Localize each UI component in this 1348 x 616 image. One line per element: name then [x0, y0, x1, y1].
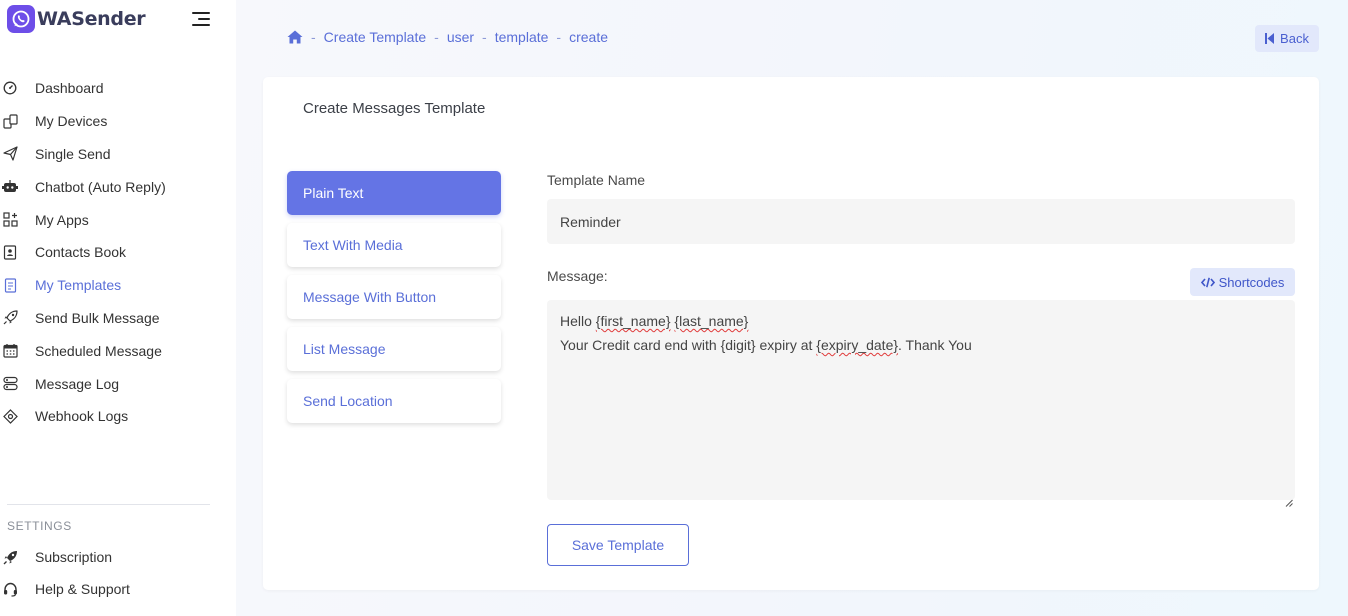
- sidebar-item-dashboard[interactable]: Dashboard: [0, 72, 236, 105]
- sidebar-item-label: Dashboard: [35, 80, 104, 97]
- sidebar-item-single-send[interactable]: Single Send: [0, 138, 236, 171]
- breadcrumb: - Create Template - user - template - cr…: [287, 29, 608, 45]
- message-text: {expiry_date}: [816, 337, 899, 353]
- card-title: Create Messages Template: [303, 100, 486, 117]
- sidebar-item-my-apps[interactable]: My Apps: [0, 203, 236, 236]
- sidebar-item-label: My Templates: [35, 277, 122, 294]
- back-step-icon: [1265, 33, 1275, 44]
- sidebar-item-label: Send Bulk Message: [35, 309, 160, 326]
- sidebar-divider: [7, 504, 210, 505]
- brand[interactable]: WASender: [7, 5, 146, 33]
- sidebar-item-label: Webhook Logs: [35, 408, 129, 425]
- calendar-icon: [2, 343, 18, 359]
- menu-toggle-icon[interactable]: [190, 11, 210, 27]
- contacts-book-icon: [2, 244, 18, 260]
- sidebar-item-send-bulk-message[interactable]: Send Bulk Message: [0, 302, 236, 335]
- rocket-icon: [2, 310, 18, 326]
- log-icon: [2, 376, 18, 392]
- back-button[interactable]: Back: [1255, 25, 1319, 52]
- breadcrumb-item[interactable]: user: [447, 29, 474, 45]
- message-line-1: Hello {first_name} {last_name}: [560, 309, 1282, 333]
- whatsapp-icon: [7, 5, 35, 33]
- message-text: {last_name}: [674, 313, 749, 329]
- sidebar-item-label: Scheduled Message: [35, 342, 162, 359]
- code-icon: [1200, 277, 1215, 288]
- shortcodes-label: Shortcodes: [1218, 274, 1285, 290]
- template-name-label: Template Name: [547, 172, 646, 188]
- send-icon: [2, 146, 18, 162]
- tab-plain-text[interactable]: Plain Text: [287, 171, 501, 215]
- sidebar-item-scheduled-message[interactable]: Scheduled Message: [0, 334, 236, 367]
- sidebar-item-label: Single Send: [35, 145, 111, 162]
- robot-icon: [2, 179, 18, 195]
- sidebar-item-label: Help & Support: [35, 581, 130, 597]
- sidebar-item-label: Subscription: [35, 549, 113, 565]
- sidebar-item-chatbot[interactable]: Chatbot (Auto Reply): [0, 170, 236, 203]
- sidebar-item-help-support[interactable]: Help & Support: [0, 573, 236, 605]
- sidebar-item-subscription[interactable]: Subscription: [0, 541, 236, 573]
- sidebar-item-label: Chatbot (Auto Reply): [35, 178, 166, 195]
- sidebar-item-label: My Apps: [35, 211, 89, 228]
- resize-handle-icon[interactable]: [1285, 490, 1293, 507]
- message-text: {first_name}: [595, 313, 671, 329]
- breadcrumb-separator: -: [311, 29, 316, 45]
- templates-icon: [2, 277, 18, 293]
- sidebar-item-label: Message Log: [35, 375, 120, 392]
- breadcrumb-item: create: [569, 29, 609, 45]
- shortcodes-button[interactable]: Shortcodes: [1190, 268, 1295, 296]
- message-text: Hello: [560, 313, 596, 329]
- subscription-rocket-icon: [2, 549, 18, 565]
- headset-icon: [2, 581, 18, 597]
- breadcrumb-separator: -: [482, 29, 487, 45]
- message-textarea[interactable]: Hello {first_name} {last_name} Your Cred…: [547, 300, 1295, 507]
- sidebar-item-label: My Devices: [35, 113, 108, 130]
- tab-text-with-media[interactable]: Text With Media: [287, 223, 501, 267]
- message-label: Message:: [547, 268, 608, 284]
- message-text: . Thank You: [898, 337, 972, 353]
- apps-icon: [2, 212, 18, 228]
- breadcrumb-separator: -: [434, 29, 439, 45]
- breadcrumb-separator: -: [556, 29, 562, 45]
- template-name-input[interactable]: Reminder: [547, 199, 1295, 244]
- template-type-tabs: Plain Text Text With Media Message With …: [287, 171, 501, 431]
- message-text: Your Credit card end with {digit} expiry…: [560, 337, 817, 353]
- sidebar-item-message-log[interactable]: Message Log: [0, 367, 236, 400]
- tab-send-location[interactable]: Send Location: [287, 379, 501, 423]
- home-icon[interactable]: [287, 30, 303, 44]
- sidebar-item-my-devices[interactable]: My Devices: [0, 105, 236, 138]
- tab-list-message[interactable]: List Message: [287, 327, 501, 371]
- back-label: Back: [1280, 31, 1309, 46]
- save-template-button[interactable]: Save Template: [547, 524, 689, 566]
- sidebar-item-contacts-book[interactable]: Contacts Book: [0, 236, 236, 269]
- sidebar-item-my-templates[interactable]: My Templates: [0, 269, 236, 302]
- gauge-icon: [2, 80, 18, 96]
- sidebar-item-webhook-logs[interactable]: Webhook Logs: [0, 400, 236, 433]
- message-line-2: Your Credit card end with {digit} expiry…: [560, 333, 1282, 357]
- webhook-icon: [2, 408, 18, 424]
- settings-menu: Subscription Help & Support: [0, 541, 236, 605]
- tab-message-with-button[interactable]: Message With Button: [287, 275, 501, 319]
- sidebar-item-label: Contacts Book: [35, 244, 127, 261]
- breadcrumb-item[interactable]: Create Template: [324, 29, 426, 45]
- settings-heading: SETTINGS: [7, 519, 72, 533]
- sidebar-menu: Dashboard My Devices Single Send Chatbot…: [0, 72, 236, 433]
- brand-name: WASender: [37, 8, 146, 30]
- devices-icon: [2, 113, 18, 129]
- sidebar: WASender Dashboard My Devices Single Sen…: [0, 0, 236, 616]
- breadcrumb-item[interactable]: template: [495, 29, 549, 45]
